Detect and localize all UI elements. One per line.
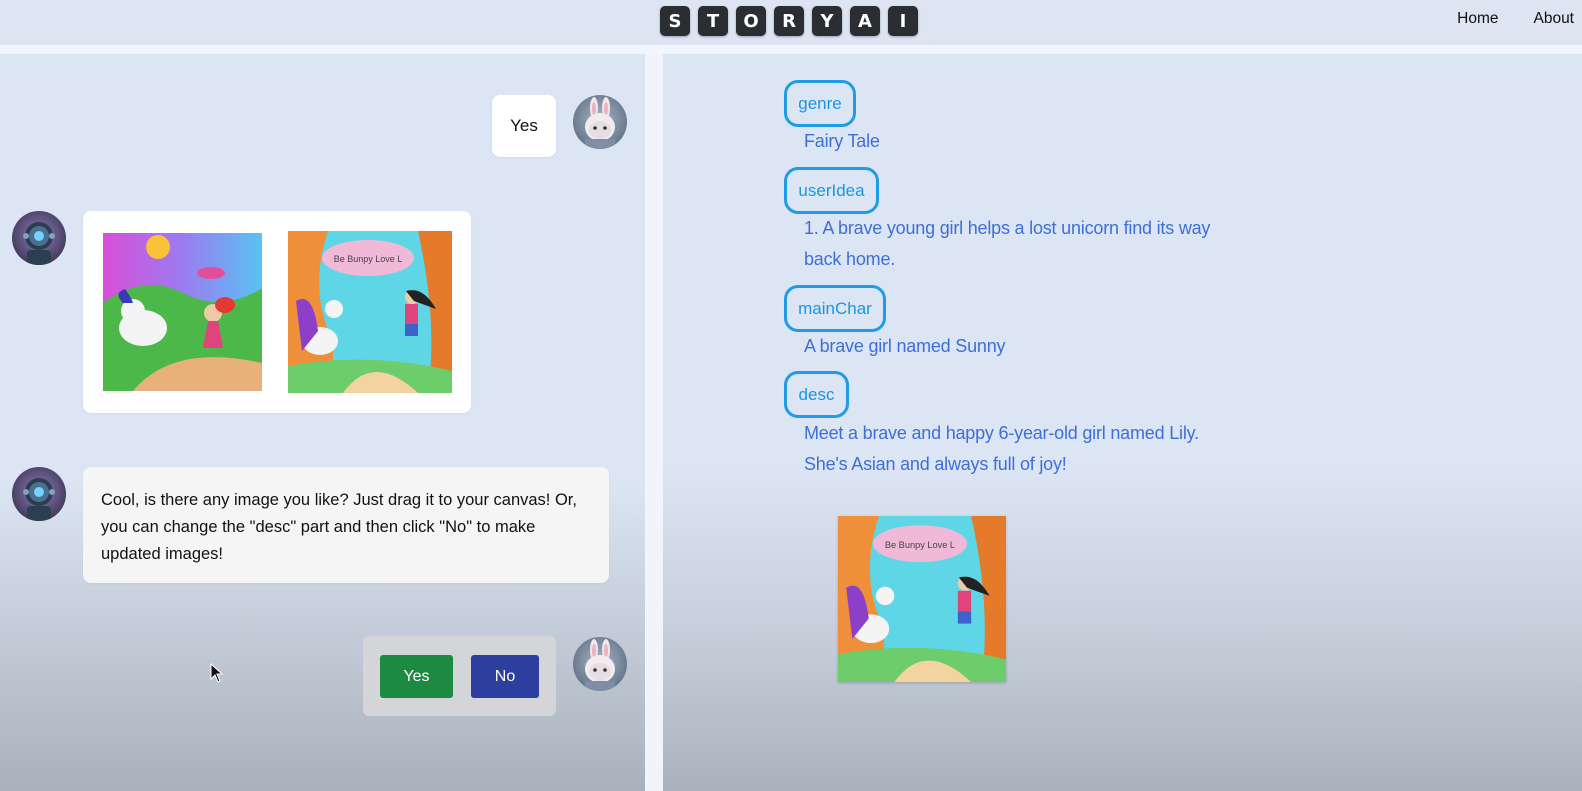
logo-letter-tile: R [774, 6, 804, 36]
yes-button[interactable]: Yes [380, 655, 453, 698]
generated-images-message: Be Bunpy Love L [83, 211, 471, 413]
storyai-logo[interactable]: S T O R Y A I [660, 6, 918, 36]
mouse-cursor-icon [210, 662, 224, 688]
robot-avatar [12, 467, 66, 521]
field-tag-genre[interactable]: genre [784, 80, 856, 127]
field-value-desc[interactable]: Meet a brave and happy 6-year-old girl n… [804, 418, 1224, 480]
generated-image-2[interactable]: Be Bunpy Love L [288, 231, 452, 393]
user-bunny-avatar [573, 637, 627, 691]
assistant-message-bubble: Cool, is there any image you like? Just … [83, 467, 609, 583]
logo-letter-tile: O [736, 6, 766, 36]
canvas-placed-image[interactable]: Be Bunpy Love L [838, 516, 1006, 682]
top-bar: S T O R Y A I Home About [0, 0, 1582, 45]
generated-image-1[interactable] [103, 233, 262, 391]
image-caption-text: Be Bunpy Love L [334, 254, 403, 264]
response-choice-box: Yes No [363, 636, 556, 716]
assistant-message-text: Cool, is there any image you like? Just … [101, 491, 577, 563]
logo-letter-tile: S [660, 6, 690, 36]
nav-home-link[interactable]: Home [1457, 10, 1498, 28]
no-button[interactable]: No [471, 655, 539, 698]
field-tag-mainchar[interactable]: mainChar [784, 285, 886, 332]
panel-divider[interactable] [645, 54, 663, 791]
logo-letter-tile: I [888, 6, 918, 36]
field-tag-useridea[interactable]: userIdea [784, 167, 879, 214]
logo-letter-tile: A [850, 6, 880, 36]
logo-letter-tile: Y [812, 6, 842, 36]
user-bunny-avatar [573, 95, 627, 149]
field-value-mainchar[interactable]: A brave girl named Sunny [804, 331, 1224, 362]
main-nav: Home About [1457, 10, 1574, 28]
user-message-bubble: Yes [492, 95, 556, 157]
canvas-image-caption: Be Bunpy Love L [885, 540, 955, 550]
field-value-useridea[interactable]: 1. A brave young girl helps a lost unico… [804, 213, 1224, 275]
user-message-text: Yes [510, 116, 538, 135]
nav-about-link[interactable]: About [1533, 10, 1574, 28]
header-separator [0, 45, 1582, 54]
robot-avatar [12, 211, 66, 265]
field-value-genre[interactable]: Fairy Tale [804, 126, 1224, 157]
logo-letter-tile: T [698, 6, 728, 36]
field-tag-desc[interactable]: desc [784, 371, 849, 418]
